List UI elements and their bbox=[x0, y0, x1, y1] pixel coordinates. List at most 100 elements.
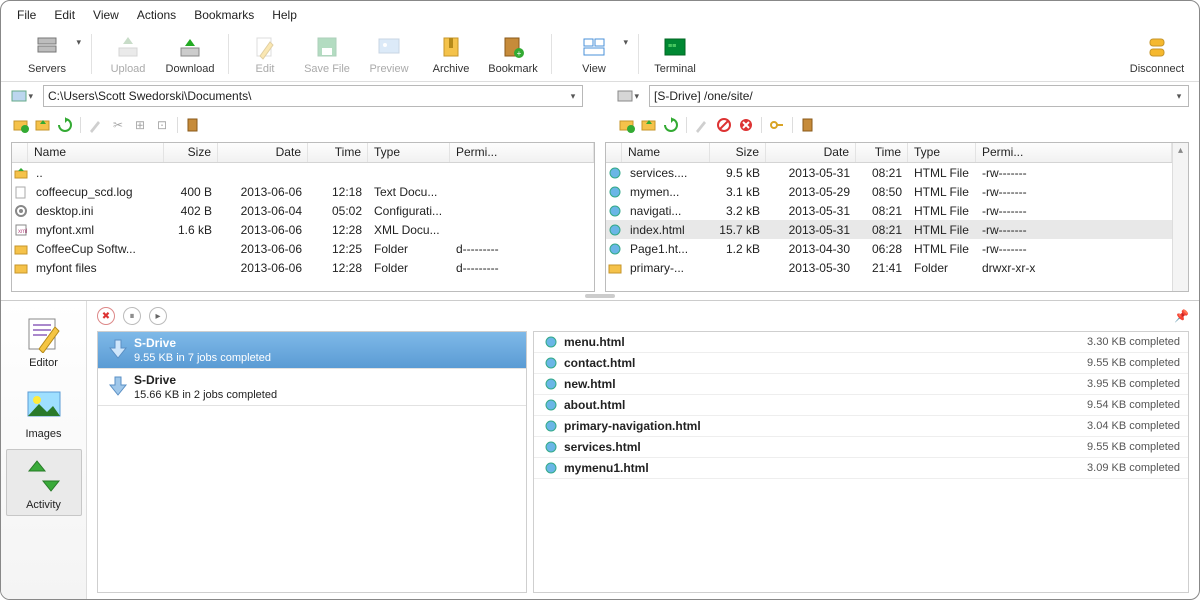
remote-drive-icon[interactable]: ▾ bbox=[617, 85, 639, 107]
refresh-icon[interactable] bbox=[55, 115, 75, 135]
local-rows[interactable]: ..coffeecup_scd.log400 B2013-06-0612:18T… bbox=[12, 163, 594, 291]
remote-rows[interactable]: services....9.5 kB2013-05-3108:21HTML Fi… bbox=[606, 163, 1172, 291]
job-item[interactable]: S-Drive9.55 KB in 7 jobs completed bbox=[98, 332, 526, 369]
menu-bookmarks[interactable]: Bookmarks bbox=[186, 5, 262, 25]
file-icon bbox=[12, 242, 30, 256]
chevron-down-icon[interactable]: ▾ bbox=[1170, 91, 1188, 102]
edit-mini-icon[interactable] bbox=[86, 115, 106, 135]
completed-file-item[interactable]: services.html9.55 KB completed bbox=[534, 437, 1188, 458]
cell-type: HTML File bbox=[908, 204, 976, 218]
preview-button[interactable]: Preview bbox=[359, 31, 419, 77]
file-icon bbox=[12, 204, 30, 218]
col-name[interactable]: Name bbox=[622, 143, 710, 162]
remote-path-input[interactable]: [S-Drive] /one/site/ ▾ bbox=[649, 85, 1189, 107]
images-icon bbox=[24, 385, 64, 425]
menu-actions[interactable]: Actions bbox=[129, 5, 184, 25]
col-perm[interactable]: Permi... bbox=[450, 143, 594, 162]
table-row[interactable]: primary-...2013-05-3021:41Folderdrwxr-xr… bbox=[606, 258, 1172, 277]
local-drive-icon[interactable]: ▾ bbox=[11, 85, 33, 107]
new-folder-icon[interactable] bbox=[617, 115, 637, 135]
tab-editor[interactable]: Editor bbox=[6, 307, 82, 374]
completed-file-item[interactable]: mymenu1.html3.09 KB completed bbox=[534, 458, 1188, 479]
disconnect-button[interactable]: Disconnect bbox=[1127, 31, 1187, 77]
view-button[interactable]: ▾ View bbox=[558, 31, 630, 77]
completed-file-item[interactable]: new.html3.95 KB completed bbox=[534, 374, 1188, 395]
stop-transfer-button[interactable]: ✖ bbox=[97, 307, 115, 325]
col-time[interactable]: Time bbox=[856, 143, 908, 162]
file-status: 9.55 KB completed bbox=[1087, 357, 1180, 369]
archive-button[interactable]: Archive bbox=[421, 31, 481, 77]
completed-file-item[interactable]: menu.html3.30 KB completed bbox=[534, 332, 1188, 353]
up-folder-icon[interactable] bbox=[639, 115, 659, 135]
col-perm[interactable]: Permi... bbox=[976, 143, 1172, 162]
completed-files-list[interactable]: menu.html3.30 KB completedcontact.html9.… bbox=[533, 331, 1189, 593]
pause-transfer-button[interactable]: ⏸ bbox=[123, 307, 141, 325]
bookmark-mini-icon[interactable] bbox=[183, 115, 203, 135]
delete-icon[interactable] bbox=[736, 115, 756, 135]
key-icon[interactable] bbox=[767, 115, 787, 135]
play-transfer-button[interactable]: ▸ bbox=[149, 307, 167, 325]
cut-icon[interactable]: ✂ bbox=[108, 115, 128, 135]
table-row[interactable]: navigati...3.2 kB2013-05-3108:21HTML Fil… bbox=[606, 201, 1172, 220]
table-row[interactable]: desktop.ini402 B2013-06-0405:02Configura… bbox=[12, 201, 594, 220]
up-folder-icon[interactable] bbox=[33, 115, 53, 135]
col-size[interactable]: Size bbox=[164, 143, 218, 162]
horizontal-splitter[interactable] bbox=[1, 292, 1199, 300]
edit-label: Edit bbox=[256, 63, 275, 75]
bottom-panel: Editor Images Activity ✖ ⏸ ▸ 📌 S-Drive9.… bbox=[1, 300, 1199, 599]
col-type[interactable]: Type bbox=[908, 143, 976, 162]
completed-file-item[interactable]: about.html9.54 KB completed bbox=[534, 395, 1188, 416]
table-row[interactable]: .. bbox=[12, 163, 594, 182]
refresh-icon[interactable] bbox=[661, 115, 681, 135]
table-row[interactable]: mymen...3.1 kB2013-05-2908:50HTML File-r… bbox=[606, 182, 1172, 201]
table-row[interactable]: CoffeeCup Softw...2013-06-0612:25Folderd… bbox=[12, 239, 594, 258]
table-row[interactable]: services....9.5 kB2013-05-3108:21HTML Fi… bbox=[606, 163, 1172, 182]
local-path-input[interactable]: C:\Users\Scott Swedorski\Documents\ ▾ bbox=[43, 85, 583, 107]
menu-view[interactable]: View bbox=[85, 5, 127, 25]
cell-type: Folder bbox=[368, 242, 450, 256]
edit-button[interactable]: Edit bbox=[235, 31, 295, 77]
stop-icon[interactable] bbox=[714, 115, 734, 135]
menu-help[interactable]: Help bbox=[264, 5, 305, 25]
scrollbar[interactable]: ▴ bbox=[1172, 143, 1188, 291]
file-panes: Name Size Date Time Type Permi... ..coff… bbox=[1, 142, 1199, 292]
html-file-icon bbox=[542, 335, 560, 349]
col-date[interactable]: Date bbox=[218, 143, 308, 162]
menu-file[interactable]: File bbox=[9, 5, 44, 25]
completed-file-item[interactable]: contact.html9.55 KB completed bbox=[534, 353, 1188, 374]
tab-activity[interactable]: Activity bbox=[6, 449, 82, 516]
savefile-button[interactable]: Save File bbox=[297, 31, 357, 77]
col-name[interactable]: Name bbox=[28, 143, 164, 162]
cell-type: Folder bbox=[908, 261, 976, 275]
html-file-icon bbox=[542, 419, 560, 433]
paste-icon[interactable]: ⊡ bbox=[152, 115, 172, 135]
job-item[interactable]: S-Drive15.66 KB in 2 jobs completed bbox=[98, 369, 526, 406]
upload-button[interactable]: Upload bbox=[98, 31, 158, 77]
servers-button[interactable]: ▾ Servers bbox=[11, 31, 83, 77]
file-name: about.html bbox=[560, 398, 1087, 412]
new-folder-icon[interactable] bbox=[11, 115, 31, 135]
tab-images[interactable]: Images bbox=[6, 378, 82, 445]
col-type[interactable]: Type bbox=[368, 143, 450, 162]
col-size[interactable]: Size bbox=[710, 143, 766, 162]
copy-icon[interactable]: ⊞ bbox=[130, 115, 150, 135]
table-row[interactable]: index.html15.7 kB2013-05-3108:21HTML Fil… bbox=[606, 220, 1172, 239]
bookmark-button[interactable]: + Bookmark bbox=[483, 31, 543, 77]
bookmark-mini-icon[interactable] bbox=[798, 115, 818, 135]
col-time[interactable]: Time bbox=[308, 143, 368, 162]
pin-icon[interactable]: 📌 bbox=[1174, 309, 1189, 323]
view-label: View bbox=[582, 63, 606, 75]
table-row[interactable]: xmlmyfont.xml1.6 kB2013-06-0612:28XML Do… bbox=[12, 220, 594, 239]
table-row[interactable]: myfont files2013-06-0612:28Folderd------… bbox=[12, 258, 594, 277]
menu-edit[interactable]: Edit bbox=[46, 5, 83, 25]
table-row[interactable]: coffeecup_scd.log400 B2013-06-0612:18Tex… bbox=[12, 182, 594, 201]
chevron-down-icon[interactable]: ▾ bbox=[564, 91, 582, 102]
download-button[interactable]: Download bbox=[160, 31, 220, 77]
completed-file-item[interactable]: primary-navigation.html3.04 KB completed bbox=[534, 416, 1188, 437]
terminal-button[interactable]: ≡≡ Terminal bbox=[645, 31, 705, 77]
col-date[interactable]: Date bbox=[766, 143, 856, 162]
edit-mini-icon[interactable] bbox=[692, 115, 712, 135]
jobs-list[interactable]: S-Drive9.55 KB in 7 jobs completedS-Driv… bbox=[97, 331, 527, 593]
cell-date: 2013-05-31 bbox=[766, 204, 856, 218]
table-row[interactable]: Page1.ht...1.2 kB2013-04-3006:28HTML Fil… bbox=[606, 239, 1172, 258]
